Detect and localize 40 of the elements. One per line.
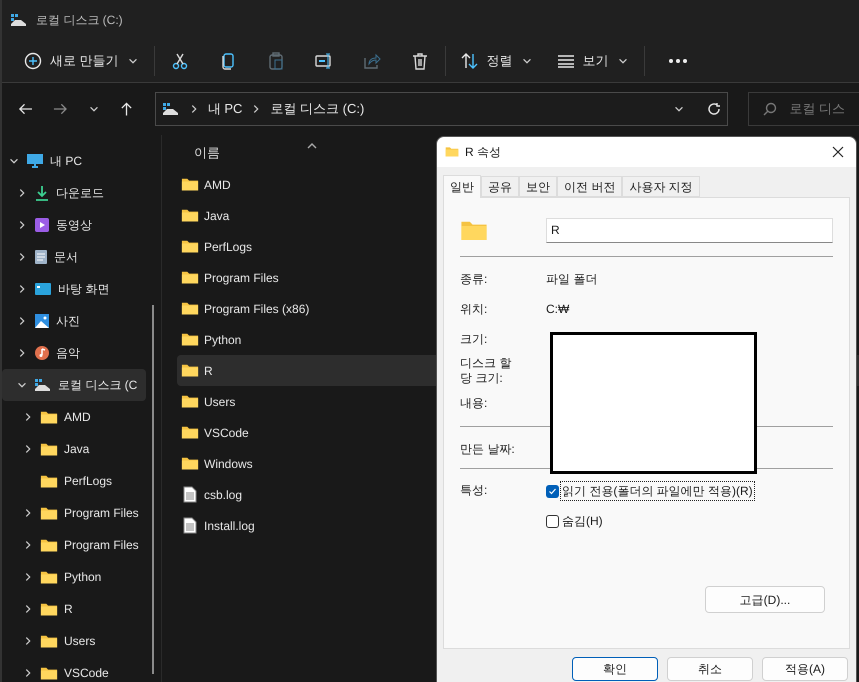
window-title: 로컬 디스크 (C:) (36, 12, 123, 29)
property-value: 파일 폴더 (546, 271, 598, 288)
dialog-title: R 속성 (465, 144, 501, 161)
property-label: 종류: (460, 272, 488, 286)
property-label: 내용: (460, 396, 488, 410)
nav-label: Python (64, 569, 102, 586)
property-label: 디스크 할당 크기: (460, 356, 512, 386)
nav-label: VSCode (64, 665, 109, 682)
nav-label: R (64, 601, 73, 618)
file-name: Install.log (204, 518, 255, 534)
nav-label: 음악 (56, 345, 80, 362)
nav-label: PerfLogs (64, 473, 112, 490)
file-name: AMD (204, 176, 231, 194)
nav-label: 내 PC (50, 153, 82, 170)
nav-label: 로컬 디스크 (C (58, 377, 138, 394)
nav-label: 동영상 (56, 217, 92, 234)
nav-label: 다운로드 (56, 185, 104, 202)
nav-label: Program Files (64, 537, 139, 554)
file-name: VSCode (204, 424, 249, 442)
file-name: Python (204, 332, 242, 348)
nav-label: 문서 (54, 249, 78, 266)
file-name: Users (204, 394, 236, 410)
nav-label: Program Files (64, 505, 139, 522)
file-name: PerfLogs (204, 238, 252, 256)
nav-label: AMD (64, 409, 91, 426)
nav-label: Users (64, 633, 96, 650)
file-name: Windows (204, 456, 253, 472)
property-label: 만든 날짜: (460, 442, 516, 456)
file-name: R (204, 362, 213, 380)
file-name: Program Files (x86) (204, 300, 310, 318)
property-value: C:₩ (546, 301, 570, 318)
nav-label: Java (64, 441, 90, 458)
attributes-label: 특성: (460, 482, 488, 499)
property-label: 위치: (460, 302, 488, 316)
file-name: Java (204, 208, 230, 224)
nav-label: 바탕 화면 (58, 281, 110, 298)
nav-label: 사진 (56, 313, 80, 330)
file-name: csb.log (204, 486, 242, 504)
file-name: Program Files (204, 270, 279, 286)
property-label: 크기: (460, 332, 488, 346)
